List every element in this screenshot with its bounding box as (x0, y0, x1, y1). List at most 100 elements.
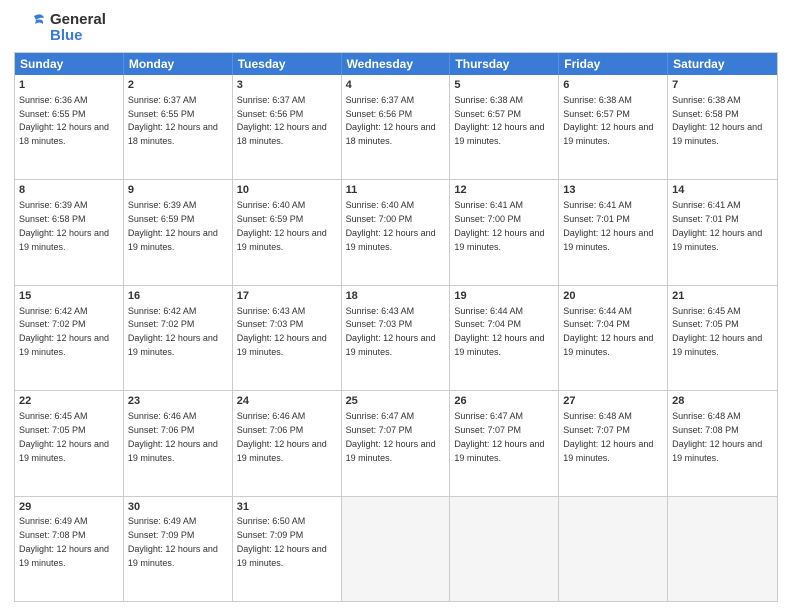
day-info: Sunrise: 6:39 AMSunset: 6:58 PMDaylight:… (19, 200, 109, 251)
day-number: 1 (19, 78, 119, 93)
day-info: Sunrise: 6:44 AMSunset: 7:04 PMDaylight:… (454, 306, 544, 357)
day-number: 29 (19, 500, 119, 515)
day-cell-13: 13 Sunrise: 6:41 AMSunset: 7:01 PMDayligh… (559, 180, 668, 284)
day-info: Sunrise: 6:47 AMSunset: 7:07 PMDaylight:… (346, 411, 436, 462)
day-number: 30 (128, 500, 228, 515)
day-info: Sunrise: 6:41 AMSunset: 7:01 PMDaylight:… (672, 200, 762, 251)
day-number: 16 (128, 289, 228, 304)
day-info: Sunrise: 6:50 AMSunset: 7:09 PMDaylight:… (237, 516, 327, 567)
day-info: Sunrise: 6:37 AMSunset: 6:56 PMDaylight:… (237, 95, 327, 146)
day-cell-22: 22 Sunrise: 6:45 AMSunset: 7:05 PMDayligh… (15, 391, 124, 495)
day-cell-29: 29Sunrise: 6:49 AMSunset: 7:08 PMDayligh… (15, 497, 124, 601)
day-number: 28 (672, 394, 773, 409)
day-info: Sunrise: 6:37 AMSunset: 6:55 PMDaylight:… (128, 95, 218, 146)
header-day-wednesday: Wednesday (342, 53, 451, 75)
header: General Blue (14, 10, 778, 46)
day-number: 13 (563, 183, 663, 198)
day-info: Sunrise: 6:44 AMSunset: 7:04 PMDaylight:… (563, 306, 653, 357)
week-row-3: 15 Sunrise: 6:42 AMSunset: 7:02 PMDayligh… (15, 286, 777, 391)
day-info: Sunrise: 6:43 AMSunset: 7:03 PMDaylight:… (346, 306, 436, 357)
day-number: 22 (19, 394, 119, 409)
page: General Blue SundayMondayTuesdayWednesda… (0, 0, 792, 612)
day-number: 15 (19, 289, 119, 304)
header-day-saturday: Saturday (668, 53, 777, 75)
week-row-4: 22 Sunrise: 6:45 AMSunset: 7:05 PMDayligh… (15, 391, 777, 496)
day-info: Sunrise: 6:42 AMSunset: 7:02 PMDaylight:… (19, 306, 109, 357)
day-cell-27: 27 Sunrise: 6:48 AMSunset: 7:07 PMDayligh… (559, 391, 668, 495)
day-cell-5: 5 Sunrise: 6:38 AMSunset: 6:57 PMDaylight… (450, 75, 559, 179)
empty-cell (450, 497, 559, 601)
day-number: 7 (672, 78, 773, 93)
day-number: 17 (237, 289, 337, 304)
week-row-1: 1 Sunrise: 6:36 AMSunset: 6:55 PMDaylight… (15, 75, 777, 180)
day-number: 25 (346, 394, 446, 409)
day-cell-3: 3 Sunrise: 6:37 AMSunset: 6:56 PMDaylight… (233, 75, 342, 179)
logo-bird-icon (14, 10, 46, 46)
day-cell-11: 11Sunrise: 6:40 AMSunset: 7:00 PMDayligh… (342, 180, 451, 284)
empty-cell (668, 497, 777, 601)
day-number: 3 (237, 78, 337, 93)
day-info: Sunrise: 6:43 AMSunset: 7:03 PMDaylight:… (237, 306, 327, 357)
day-info: Sunrise: 6:38 AMSunset: 6:57 PMDaylight:… (563, 95, 653, 146)
day-number: 12 (454, 183, 554, 198)
day-info: Sunrise: 6:41 AMSunset: 7:01 PMDaylight:… (563, 200, 653, 251)
day-info: Sunrise: 6:42 AMSunset: 7:02 PMDaylight:… (128, 306, 218, 357)
day-number: 24 (237, 394, 337, 409)
day-cell-17: 17 Sunrise: 6:43 AMSunset: 7:03 PMDayligh… (233, 286, 342, 390)
calendar: SundayMondayTuesdayWednesdayThursdayFrid… (14, 52, 778, 602)
day-info: Sunrise: 6:46 AMSunset: 7:06 PMDaylight:… (237, 411, 327, 462)
day-number: 11 (346, 183, 446, 198)
calendar-header: SundayMondayTuesdayWednesdayThursdayFrid… (15, 53, 777, 75)
logo-text: General Blue (50, 12, 106, 45)
day-info: Sunrise: 6:38 AMSunset: 6:57 PMDaylight:… (454, 95, 544, 146)
day-info: Sunrise: 6:45 AMSunset: 7:05 PMDaylight:… (19, 411, 109, 462)
header-day-thursday: Thursday (450, 53, 559, 75)
week-row-5: 29Sunrise: 6:49 AMSunset: 7:08 PMDayligh… (15, 497, 777, 601)
day-cell-6: 6 Sunrise: 6:38 AMSunset: 6:57 PMDaylight… (559, 75, 668, 179)
day-info: Sunrise: 6:49 AMSunset: 7:09 PMDaylight:… (128, 516, 218, 567)
day-info: Sunrise: 6:45 AMSunset: 7:05 PMDaylight:… (672, 306, 762, 357)
day-number: 9 (128, 183, 228, 198)
day-cell-23: 23 Sunrise: 6:46 AMSunset: 7:06 PMDayligh… (124, 391, 233, 495)
day-cell-4: 4 Sunrise: 6:37 AMSunset: 6:56 PMDaylight… (342, 75, 451, 179)
day-number: 19 (454, 289, 554, 304)
day-info: Sunrise: 6:39 AMSunset: 6:59 PMDaylight:… (128, 200, 218, 251)
day-number: 27 (563, 394, 663, 409)
day-cell-1: 1 Sunrise: 6:36 AMSunset: 6:55 PMDaylight… (15, 75, 124, 179)
day-info: Sunrise: 6:48 AMSunset: 7:07 PMDaylight:… (563, 411, 653, 462)
day-number: 5 (454, 78, 554, 93)
day-info: Sunrise: 6:46 AMSunset: 7:06 PMDaylight:… (128, 411, 218, 462)
empty-cell (342, 497, 451, 601)
day-cell-26: 26Sunrise: 6:47 AMSunset: 7:07 PMDayligh… (450, 391, 559, 495)
day-number: 14 (672, 183, 773, 198)
day-cell-2: 2 Sunrise: 6:37 AMSunset: 6:55 PMDaylight… (124, 75, 233, 179)
header-day-tuesday: Tuesday (233, 53, 342, 75)
day-number: 6 (563, 78, 663, 93)
day-cell-14: 14 Sunrise: 6:41 AMSunset: 7:01 PMDayligh… (668, 180, 777, 284)
day-info: Sunrise: 6:47 AMSunset: 7:07 PMDaylight:… (454, 411, 544, 462)
day-number: 2 (128, 78, 228, 93)
day-cell-30: 30Sunrise: 6:49 AMSunset: 7:09 PMDayligh… (124, 497, 233, 601)
day-cell-18: 18Sunrise: 6:43 AMSunset: 7:03 PMDayligh… (342, 286, 451, 390)
header-day-monday: Monday (124, 53, 233, 75)
day-cell-20: 20 Sunrise: 6:44 AMSunset: 7:04 PMDayligh… (559, 286, 668, 390)
day-info: Sunrise: 6:37 AMSunset: 6:56 PMDaylight:… (346, 95, 436, 146)
header-day-friday: Friday (559, 53, 668, 75)
day-cell-21: 21Sunrise: 6:45 AMSunset: 7:05 PMDayligh… (668, 286, 777, 390)
day-cell-15: 15 Sunrise: 6:42 AMSunset: 7:02 PMDayligh… (15, 286, 124, 390)
day-info: Sunrise: 6:49 AMSunset: 7:08 PMDaylight:… (19, 516, 109, 567)
day-number: 20 (563, 289, 663, 304)
day-cell-24: 24 Sunrise: 6:46 AMSunset: 7:06 PMDayligh… (233, 391, 342, 495)
day-info: Sunrise: 6:36 AMSunset: 6:55 PMDaylight:… (19, 95, 109, 146)
logo-blue: Blue (50, 28, 106, 45)
logo-general: General (50, 12, 106, 29)
calendar-body: 1 Sunrise: 6:36 AMSunset: 6:55 PMDaylight… (15, 75, 777, 601)
day-cell-25: 25 Sunrise: 6:47 AMSunset: 7:07 PMDayligh… (342, 391, 451, 495)
day-number: 31 (237, 500, 337, 515)
header-day-sunday: Sunday (15, 53, 124, 75)
week-row-2: 8Sunrise: 6:39 AMSunset: 6:58 PMDaylight… (15, 180, 777, 285)
day-number: 23 (128, 394, 228, 409)
day-number: 4 (346, 78, 446, 93)
day-info: Sunrise: 6:38 AMSunset: 6:58 PMDaylight:… (672, 95, 762, 146)
day-cell-9: 9 Sunrise: 6:39 AMSunset: 6:59 PMDaylight… (124, 180, 233, 284)
